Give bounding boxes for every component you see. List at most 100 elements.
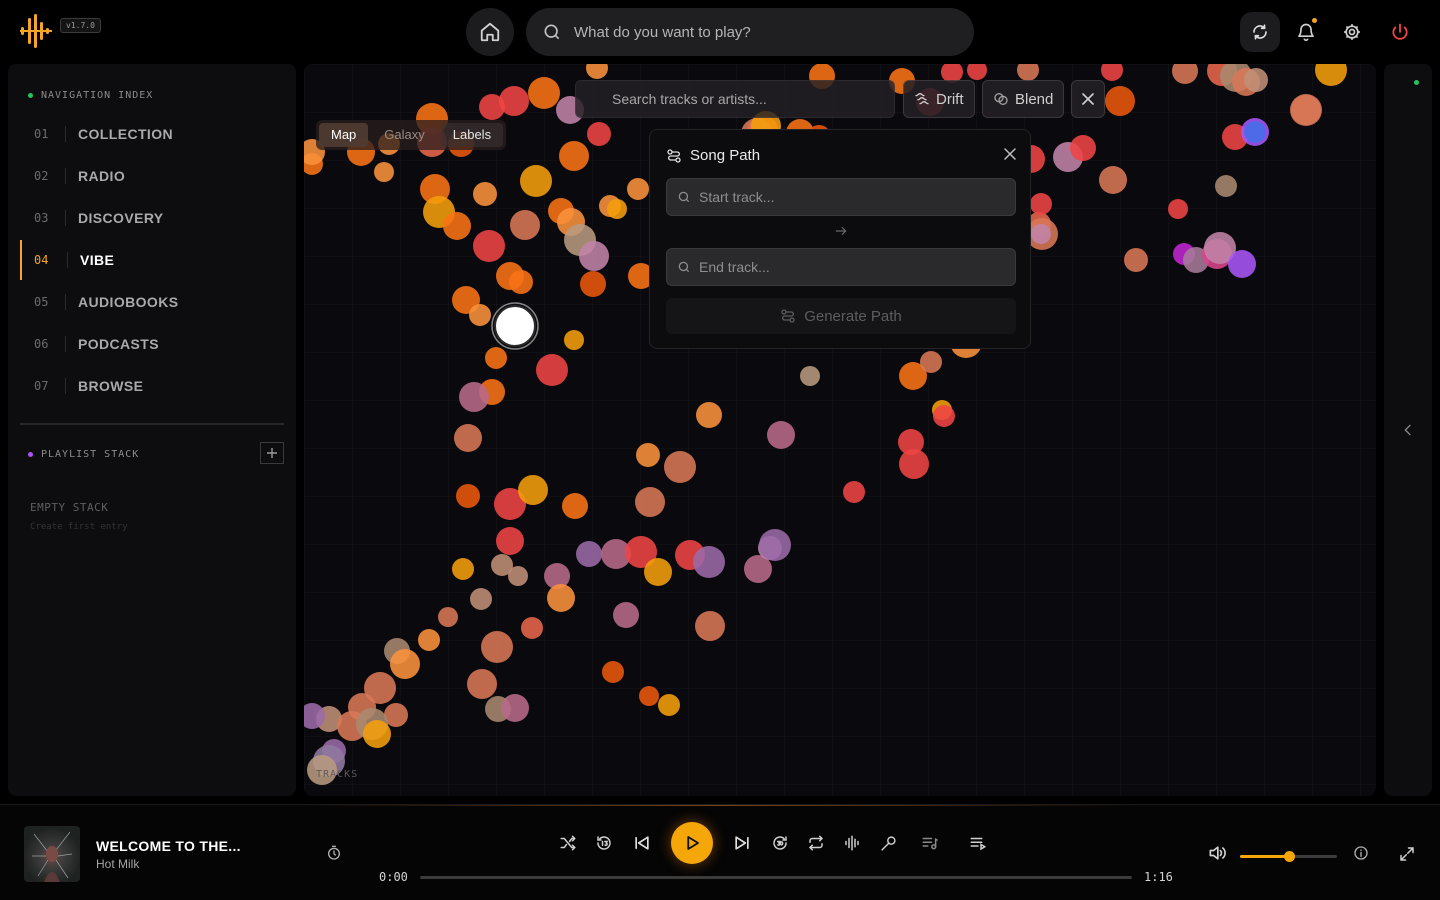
track-info-button[interactable] — [1353, 845, 1369, 861]
track-bubble[interactable] — [933, 405, 955, 427]
track-bubble[interactable] — [1031, 224, 1051, 244]
play-button[interactable] — [671, 822, 713, 864]
repeat-button[interactable] — [804, 831, 828, 855]
lyrics-button[interactable] — [876, 831, 900, 855]
track-bubble[interactable] — [967, 64, 987, 80]
track-bubble[interactable] — [843, 481, 865, 503]
track-bubble[interactable] — [564, 330, 584, 350]
sidebar-item-radio[interactable]: 02 RADIO — [20, 156, 284, 196]
tab-galaxy[interactable]: Galaxy — [372, 123, 436, 147]
track-bubble[interactable] — [518, 475, 548, 505]
track-bubble[interactable] — [559, 141, 589, 171]
track-bubble[interactable] — [1172, 64, 1198, 84]
track-bubble[interactable] — [1215, 175, 1237, 197]
track-bubble[interactable] — [443, 212, 471, 240]
playlist-add-button[interactable] — [918, 831, 942, 855]
sleep-timer-button[interactable] — [326, 845, 342, 861]
generate-path-button[interactable]: Generate Path — [666, 298, 1016, 334]
track-bubble[interactable] — [639, 686, 659, 706]
track-bubble[interactable] — [1244, 68, 1268, 92]
track-bubble[interactable] — [521, 617, 543, 639]
track-bubble[interactable] — [1030, 193, 1052, 215]
track-bubble[interactable] — [536, 354, 568, 386]
blend-button[interactable]: Blend — [982, 80, 1065, 118]
track-bubble[interactable] — [664, 451, 696, 483]
track-bubble[interactable] — [899, 449, 929, 479]
shuffle-button[interactable] — [556, 831, 580, 855]
track-bubble[interactable] — [636, 443, 660, 467]
track-bubble[interactable] — [695, 611, 725, 641]
selected-track-bubble[interactable] — [494, 305, 536, 347]
track-bubble[interactable] — [613, 602, 639, 628]
track-artist[interactable]: Hot Milk — [96, 857, 139, 871]
track-bubble[interactable] — [579, 241, 609, 271]
track-title[interactable]: WELCOME TO THE... — [96, 838, 241, 854]
track-bubble[interactable] — [586, 64, 608, 79]
track-bubble[interactable] — [1099, 166, 1127, 194]
sidebar-item-vibe[interactable]: 04 VIBE — [20, 240, 284, 280]
track-bubble[interactable] — [607, 199, 627, 219]
expand-panel-button[interactable] — [1400, 422, 1416, 438]
track-bubble[interactable] — [456, 484, 480, 508]
add-playlist-button[interactable] — [260, 442, 284, 464]
track-bubble[interactable] — [1228, 250, 1256, 278]
start-track-input[interactable] — [699, 189, 1015, 205]
album-cover[interactable] — [24, 826, 80, 882]
song-path-close-button[interactable] — [1004, 148, 1016, 160]
track-bubble[interactable] — [547, 584, 575, 612]
track-bubble[interactable] — [467, 669, 497, 699]
track-bubble[interactable] — [473, 230, 505, 262]
queue-button[interactable] — [966, 831, 990, 855]
track-bubble[interactable] — [508, 566, 528, 586]
sidebar-item-podcasts[interactable]: 06 PODCASTS — [20, 324, 284, 364]
equalizer-button[interactable] — [840, 831, 864, 855]
track-bubble[interactable] — [363, 720, 391, 748]
progress-bar[interactable] — [420, 876, 1132, 879]
track-bubble[interactable] — [1101, 64, 1123, 81]
track-bubble[interactable] — [528, 77, 560, 109]
track-bubble[interactable] — [454, 424, 482, 452]
track-bubble[interactable] — [767, 421, 795, 449]
track-bubble[interactable] — [562, 493, 588, 519]
track-bubble[interactable] — [452, 558, 474, 580]
track-bubble[interactable] — [374, 162, 394, 182]
track-bubble[interactable] — [418, 629, 440, 651]
track-bubble[interactable] — [1105, 86, 1135, 116]
track-bubble[interactable] — [510, 210, 540, 240]
tab-map[interactable]: Map — [319, 123, 369, 147]
track-bubble[interactable] — [920, 351, 942, 373]
clear-search-button[interactable] — [1071, 80, 1105, 118]
track-bubble[interactable] — [644, 558, 672, 586]
end-track-input[interactable] — [699, 259, 1015, 275]
sidebar-item-audiobooks[interactable]: 05 AUDIOBOOKS — [20, 282, 284, 322]
track-bubble[interactable] — [1244, 121, 1266, 143]
track-bubble[interactable] — [576, 541, 602, 567]
track-bubble[interactable] — [759, 529, 791, 561]
track-bubble[interactable] — [390, 649, 420, 679]
track-bubble[interactable] — [438, 607, 458, 627]
track-bubble[interactable] — [602, 661, 624, 683]
notifications-button[interactable] — [1286, 12, 1326, 52]
track-bubble[interactable] — [696, 402, 722, 428]
track-bubble[interactable] — [501, 694, 529, 722]
rewind-15-button[interactable] — [592, 831, 616, 855]
track-bubble[interactable] — [1017, 64, 1039, 81]
track-bubble[interactable] — [1290, 94, 1322, 126]
track-bubble[interactable] — [800, 366, 820, 386]
volume-knob[interactable] — [1283, 851, 1295, 862]
track-bubble[interactable] — [627, 178, 649, 200]
volume-slider[interactable] — [1240, 851, 1337, 862]
track-bubble[interactable] — [485, 347, 507, 369]
track-bubble[interactable] — [473, 182, 497, 206]
track-bubble[interactable] — [1168, 199, 1188, 219]
sidebar-item-collection[interactable]: 01 COLLECTION — [20, 114, 284, 154]
fullscreen-button[interactable] — [1398, 845, 1416, 863]
track-bubble[interactable] — [520, 165, 552, 197]
sync-button[interactable] — [1240, 12, 1280, 52]
next-button[interactable] — [730, 831, 754, 855]
home-button[interactable] — [466, 8, 514, 56]
track-bubble[interactable] — [693, 546, 725, 578]
track-bubble[interactable] — [470, 588, 492, 610]
track-bubble[interactable] — [1070, 135, 1096, 161]
tab-labels[interactable]: Labels — [440, 123, 504, 147]
